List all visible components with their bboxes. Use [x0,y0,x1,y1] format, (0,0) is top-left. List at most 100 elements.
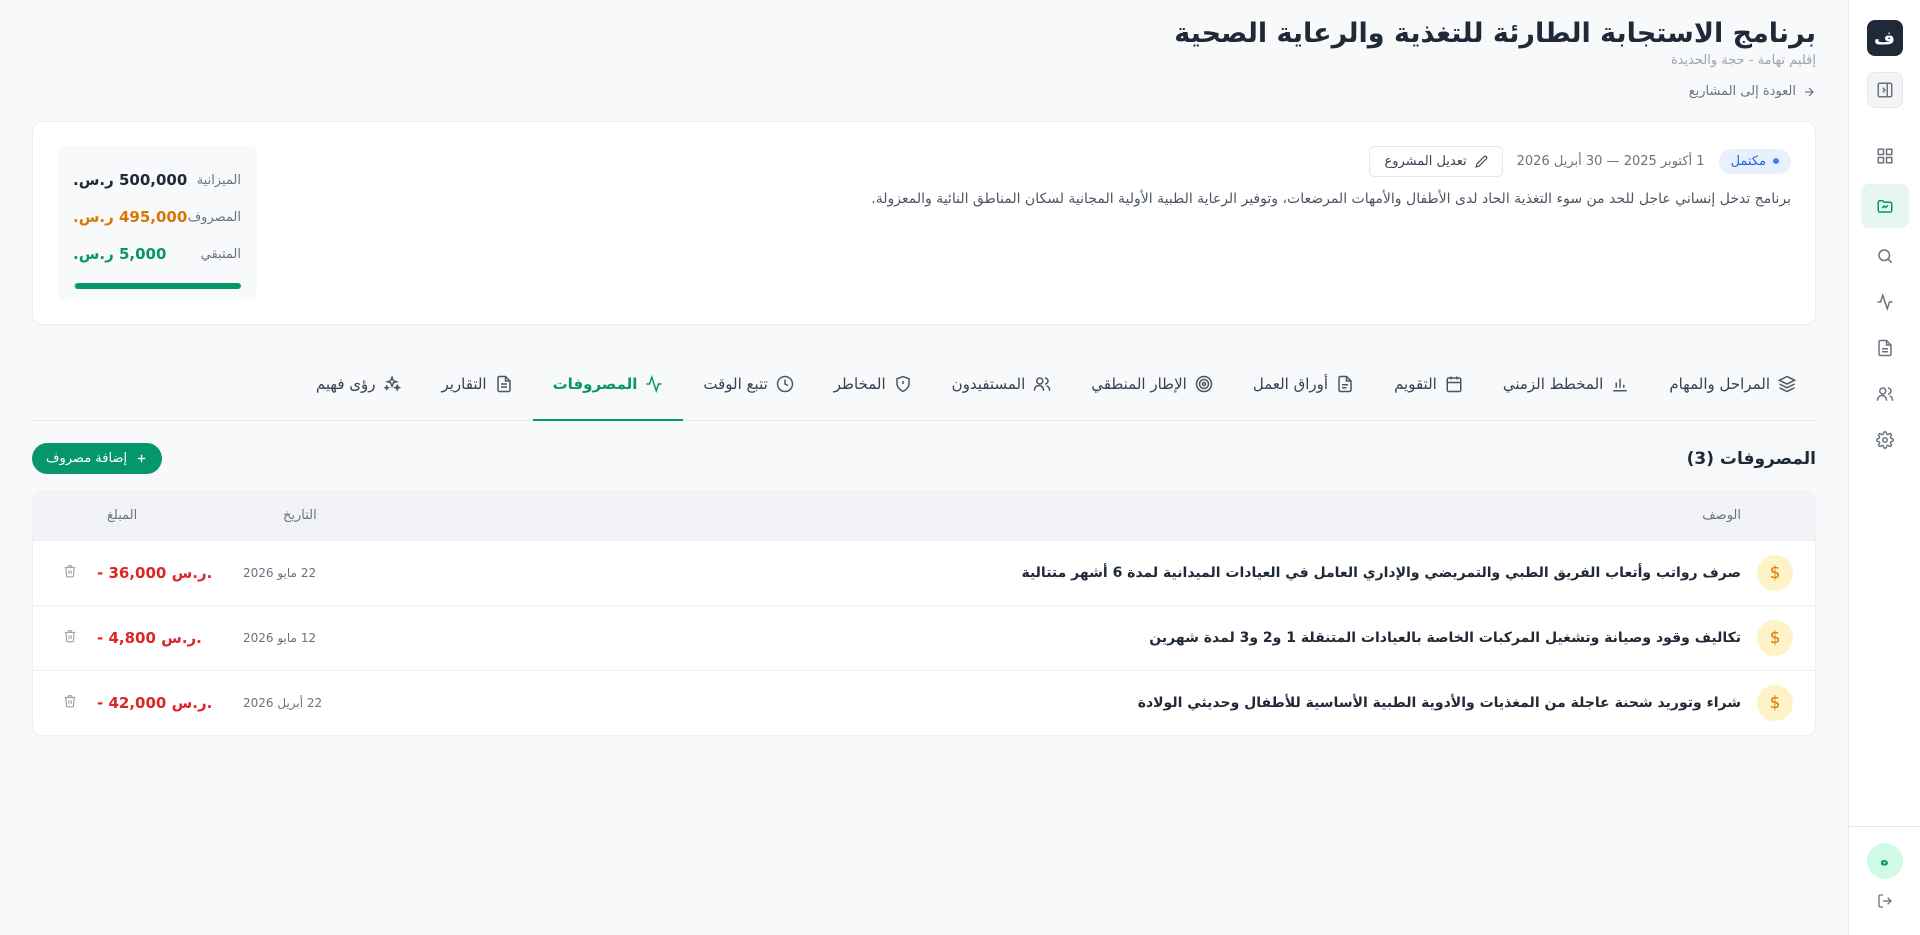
bar-chart-icon [1613,378,1628,392]
file-text-icon [496,375,511,393]
table-header: الوصف التاريخ المبلغ [33,491,1815,540]
edit-project-label: تعديل المشروع [1384,153,1467,169]
logo-glyph: ف [1874,27,1895,49]
expense-description: صرف رواتب وأتعاب الفريق الطبي والتمريضي … [1021,564,1741,581]
tab-label: المراحل والمهام [1669,375,1770,393]
status-dot [1773,158,1779,164]
sparkles-icon [383,375,402,392]
shield-icon [895,375,910,393]
delete-expense-button[interactable] [63,563,77,582]
edit-project-button[interactable]: تعديل المشروع [1369,145,1503,177]
remaining-label: المتبقي [200,246,241,262]
delete-expense-button[interactable] [63,628,77,647]
document-icon [1877,339,1892,357]
tab-time-tracking[interactable]: تتبع الوقت [683,348,813,420]
app-logo[interactable]: ف [1866,20,1903,56]
sidebar-toggle-button[interactable] [1866,72,1903,108]
user-avatar[interactable]: ه [1866,843,1903,879]
expense-amount: - 42,000 ر.س. [97,693,213,712]
dollar-icon: $ [1757,619,1793,656]
tab-label: الإطار المنطقي [1091,375,1187,393]
activity-icon [1877,293,1892,311]
trash-icon [64,565,76,578]
budget-summary: الميزانية 500,000 ر.س. المصروف 495,000 ر… [57,145,257,300]
add-expense-label: إضافة مصروف [46,451,128,466]
dollar-icon: $ [1757,684,1793,721]
tab-worksheets[interactable]: أوراق العمل [1233,348,1374,420]
expense-amount: - 36,000 ر.س. [97,563,213,582]
project-tabs: المراحل والمهام المخطط الزمني التقويم أو… [32,349,1816,421]
pencil-icon [1474,155,1487,168]
nav-activity-button[interactable] [1867,284,1903,320]
budget-value: 500,000 ر.س. [73,171,188,189]
add-expense-button[interactable]: إضافة مصروف [32,443,163,474]
search-icon [1877,249,1892,264]
clock-icon [776,375,794,393]
nav-projects-button[interactable] [1860,184,1909,228]
status-label: مكتمل [1730,153,1766,169]
arrow-right-icon [1804,87,1814,96]
activity-icon [646,375,662,393]
tab-reports[interactable]: التقارير [421,348,532,420]
main-content: برنامج الاستجابة الطارئة للتغذية والرعاي… [32,0,1816,736]
nav-dashboard-button[interactable] [1867,138,1903,174]
column-date: التاريخ [283,508,317,523]
tab-beneficiaries[interactable]: المستفيدون [932,348,1072,420]
icon-sidebar: ف ه [1848,0,1920,935]
dollar-icon: $ [1757,554,1793,591]
trash-icon [64,695,76,708]
table-row[interactable]: $ تكاليف وقود وصيانة وتشغيل المركبات الخ… [33,604,1815,670]
target-icon [1195,375,1213,393]
tab-phases-tasks[interactable]: المراحل والمهام [1649,348,1816,420]
sidebar-toggle-icon [1877,82,1892,98]
tab-label: تتبع الوقت [703,375,768,393]
expenses-title: المصروفات (3) [1686,448,1816,469]
budget-progress-bar [73,282,241,289]
nav-documents-button[interactable] [1867,330,1903,366]
nav-search-button[interactable] [1867,238,1903,274]
tab-fahim-insights[interactable]: رؤى فهيم [296,348,422,420]
expense-date: 12 مايو 2026 [243,630,317,645]
tab-timeline[interactable]: المخطط الزمني [1483,348,1649,420]
file-icon [1338,375,1352,393]
expense-amount: - 4,800 ر.س. [97,628,202,647]
status-badge: مكتمل [1718,148,1791,174]
budget-label: الميزانية [196,172,241,188]
expense-date: 22 أبريل 2026 [243,695,323,710]
column-amount: المبلغ [107,508,138,523]
tab-label: أوراق العمل [1252,375,1329,393]
projects-folder-icon [1877,200,1892,213]
tab-label: المستفيدون [951,375,1026,393]
calendar-icon [1446,376,1462,393]
plus-icon [137,454,146,463]
rail-divider [1848,826,1920,827]
trash-icon [64,630,76,643]
table-row[interactable]: $ صرف رواتب وأتعاب الفريق الطبي والتمريض… [33,539,1815,605]
project-location: إقليم تهامة - حجة والحديدة [1670,53,1816,68]
tab-risks[interactable]: المخاطر [814,348,932,420]
project-description: برنامج تدخل إنساني عاجل للحد من سوء التغ… [871,190,1791,207]
back-link-label: العودة إلى المشاريع [1688,84,1796,99]
nav-settings-button[interactable] [1867,422,1903,458]
tab-label: التقويم [1394,375,1437,393]
spent-value: 495,000 ر.س. [73,208,188,226]
avatar-initial: ه [1880,853,1889,869]
page-title: برنامج الاستجابة الطارئة للتغذية والرعاي… [1174,18,1816,49]
nav-users-button[interactable] [1867,376,1903,412]
tab-expenses[interactable]: المصروفات [532,348,684,421]
logout-icon [1877,894,1892,908]
tab-label: المخطط الزمني [1502,375,1604,393]
column-description: الوصف [1702,508,1741,523]
budget-progress-fill [74,282,241,289]
back-to-projects-link[interactable]: العودة إلى المشاريع [1689,84,1816,99]
users-icon [1876,387,1893,401]
delete-expense-button[interactable] [63,693,77,712]
users-icon [1034,377,1051,391]
expenses-header: المصروفات (3) إضافة مصروف [32,441,1816,477]
logout-button[interactable] [1877,893,1893,913]
tab-calendar[interactable]: التقويم [1374,348,1483,420]
tab-logframe[interactable]: الإطار المنطقي [1071,348,1233,420]
layers-icon [1778,375,1796,393]
table-row[interactable]: $ شراء وتوريد شحنة عاجلة من المغذيات وال… [33,669,1815,735]
project-summary-card: مكتمل 1 أكتوبر 2025 — 30 أبريل 2026 تعدي… [32,120,1816,325]
